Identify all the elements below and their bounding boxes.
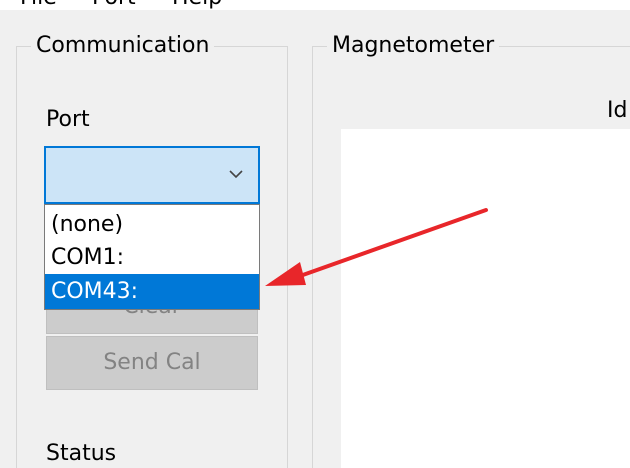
chevron-down-icon[interactable] (228, 166, 244, 182)
port-dropdown-list: (none) COM1: COM43: (44, 204, 260, 310)
status-label: Status (46, 441, 117, 466)
dropdown-option-none[interactable]: (none) (45, 209, 259, 241)
menu-bar: File Port Help (0, 0, 630, 10)
menu-help[interactable]: Help (172, 0, 222, 10)
port-label: Port (46, 107, 90, 132)
port-combobox[interactable] (44, 146, 260, 204)
send-cal-button[interactable]: Send Cal (46, 336, 258, 390)
app-window: File Port Help Communication Port Clear … (0, 0, 630, 468)
dropdown-option-com1[interactable]: COM1: (45, 242, 259, 274)
menu-file[interactable]: File (20, 0, 57, 10)
dropdown-option-com43[interactable]: COM43: (45, 274, 259, 309)
communication-group-title: Communication (31, 32, 215, 60)
magnetometer-plot-area (341, 129, 630, 468)
menu-port[interactable]: Port (92, 0, 136, 10)
magnetometer-group-title: Magnetometer (327, 32, 500, 60)
ide-label: Id (607, 98, 628, 123)
